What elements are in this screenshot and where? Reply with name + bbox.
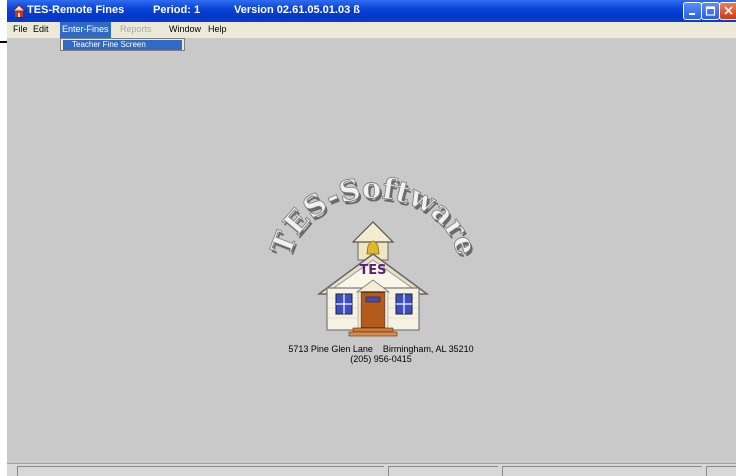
street-address: 5713 Pine Glen Lane: [288, 344, 373, 354]
city-state-zip: Birmingham, AL 35210: [382, 344, 474, 354]
menu-bar: File Edit Enter-Fines Reports Window Hel…: [7, 22, 736, 38]
close-icon: [724, 6, 733, 15]
period-label: Period: 1: [153, 4, 201, 16]
title-bar[interactable]: TES-Remote Fines Period: 1 Version 02.61…: [7, 0, 736, 22]
minimize-icon: [689, 13, 695, 15]
menu-edit[interactable]: Edit: [31, 22, 51, 38]
maximize-button[interactable]: [701, 2, 720, 20]
maximize-icon: [705, 6, 716, 16]
status-bar: [7, 463, 736, 476]
menu-help[interactable]: Help: [206, 22, 229, 38]
close-button[interactable]: [719, 2, 736, 20]
tes-software-logo: TES-Software TES-Software TES: [269, 176, 479, 337]
menu-item-teacher-fine-screen[interactable]: Teacher Fine Screen: [63, 40, 182, 50]
schoolhouse-icon: [12, 4, 26, 17]
phone-number: (205) 956-0415: [350, 354, 412, 364]
status-panel: [388, 466, 498, 476]
menu-enter-fines[interactable]: Enter-Fines: [60, 22, 111, 38]
version-label: Version 02.61.05.01.03 ß: [234, 4, 360, 16]
enter-fines-dropdown: Teacher Fine Screen: [60, 38, 185, 51]
window-title: TES-Remote Fines: [27, 4, 125, 16]
menu-window[interactable]: Window: [167, 22, 203, 38]
status-panel: [17, 466, 384, 476]
status-panel: [502, 466, 702, 476]
company-address: 5713 Pine Glen Lane Birmingham, AL 35210…: [256, 344, 506, 364]
menu-reports[interactable]: Reports: [118, 22, 154, 38]
minimize-button[interactable]: [683, 2, 702, 20]
status-panel: [706, 466, 736, 476]
logo-door-text: TES: [359, 263, 386, 278]
left-window: [335, 293, 353, 315]
menu-file[interactable]: File: [11, 22, 30, 38]
app-window: TES-Remote Fines Period: 1 Version 02.61…: [7, 0, 736, 476]
right-window: [395, 293, 413, 315]
